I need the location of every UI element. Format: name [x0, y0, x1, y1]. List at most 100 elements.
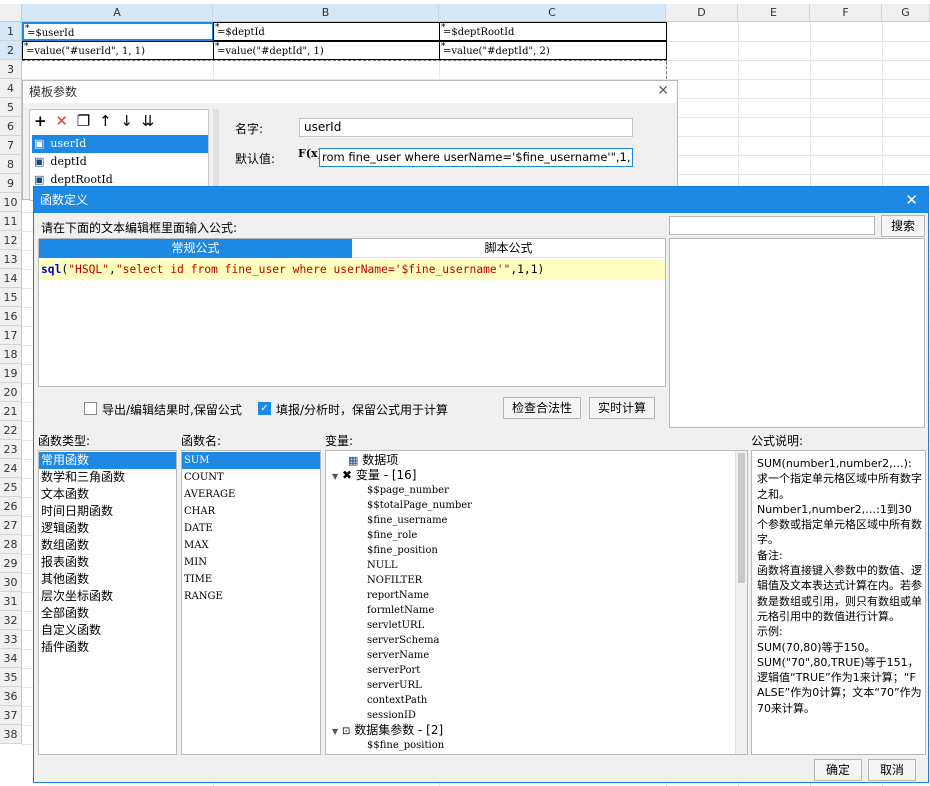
- variable-item[interactable]: sessionID: [367, 708, 472, 723]
- function-name-item[interactable]: COUNT: [182, 469, 320, 486]
- function-name-item[interactable]: CHAR: [182, 503, 320, 520]
- row-header[interactable]: 24: [0, 459, 22, 478]
- row-header[interactable]: 35: [0, 668, 22, 687]
- row-header[interactable]: 12: [0, 231, 22, 250]
- function-type-item[interactable]: 其他函数: [39, 571, 176, 588]
- function-type-item[interactable]: 常用函数: [39, 452, 176, 469]
- column-header-g[interactable]: G: [882, 4, 930, 22]
- variable-item[interactable]: servletURL: [367, 618, 472, 633]
- default-value-input[interactable]: rom fine_user where userName='$fine_user…: [319, 148, 633, 167]
- close-icon[interactable]: ✕: [657, 83, 669, 99]
- fill-keep-formula-checkbox[interactable]: ✓: [258, 402, 271, 415]
- function-type-item[interactable]: 数学和三角函数: [39, 469, 176, 486]
- add-icon[interactable]: +: [34, 112, 49, 130]
- row-header[interactable]: 6: [0, 117, 22, 136]
- function-name-item[interactable]: DATE: [182, 520, 320, 537]
- row-header[interactable]: 22: [0, 421, 22, 440]
- row-header[interactable]: 16: [0, 307, 22, 326]
- function-type-item[interactable]: 插件函数: [39, 639, 176, 656]
- export-keep-formula-checkbox[interactable]: [84, 402, 97, 415]
- variable-item[interactable]: serverName: [367, 648, 472, 663]
- variable-item[interactable]: NOFILTER: [367, 573, 472, 588]
- row-header[interactable]: 11: [0, 212, 22, 231]
- cell-c1[interactable]: * =$deptRootId: [439, 22, 667, 41]
- function-type-item[interactable]: 层次坐标函数: [39, 588, 176, 605]
- row-header[interactable]: 23: [0, 440, 22, 459]
- row-header[interactable]: 17: [0, 326, 22, 345]
- column-header-d[interactable]: D: [666, 4, 738, 22]
- variable-item[interactable]: $$totalPage_number: [367, 498, 472, 513]
- function-type-item[interactable]: 报表函数: [39, 554, 176, 571]
- move-up-icon[interactable]: ↑: [99, 112, 114, 130]
- row-header[interactable]: 1: [0, 22, 22, 41]
- scrollbar[interactable]: [735, 451, 747, 754]
- tab-normal-formula[interactable]: 常规公式: [39, 239, 352, 258]
- formula-editor[interactable]: 常规公式 脚本公式 sql("HSQL","select id from fin…: [38, 238, 666, 387]
- tree-node-dataset-params[interactable]: ▼ ⊡ 数据集参数 - [2]: [332, 723, 443, 739]
- row-header[interactable]: 20: [0, 383, 22, 402]
- row-header[interactable]: 30: [0, 573, 22, 592]
- row-header[interactable]: 8: [0, 155, 22, 174]
- row-header[interactable]: 26: [0, 497, 22, 516]
- copy-icon[interactable]: ❐: [77, 112, 92, 130]
- function-name-item[interactable]: AVERAGE: [182, 486, 320, 503]
- variable-tree[interactable]: ▦ 数据项 ▼ ✖ 变量 - [16] $$page_number $$total…: [325, 450, 748, 755]
- function-search-input[interactable]: [669, 216, 875, 235]
- search-button[interactable]: 搜索: [881, 215, 925, 237]
- row-header[interactable]: 9: [0, 174, 22, 193]
- function-name-item[interactable]: SUM: [182, 452, 320, 469]
- scrollbar-thumb[interactable]: [738, 453, 745, 583]
- cancel-button[interactable]: 取消: [868, 759, 916, 781]
- variable-item[interactable]: $fine_position: [367, 543, 472, 558]
- column-header-b[interactable]: B: [213, 4, 439, 22]
- row-header[interactable]: 10: [0, 193, 22, 212]
- parameter-item[interactable]: ▣ deptId: [32, 153, 208, 171]
- variable-item[interactable]: serverURL: [367, 678, 472, 693]
- formula-text[interactable]: sql("HSQL","select id from fine_user whe…: [39, 260, 665, 280]
- row-header[interactable]: 5: [0, 98, 22, 117]
- chevron-down-icon[interactable]: ▼: [332, 472, 338, 481]
- parameter-item[interactable]: ▣ userId: [32, 135, 208, 153]
- cell-b1[interactable]: * =$deptId: [213, 22, 440, 41]
- sort-icon[interactable]: ⇊: [142, 112, 157, 130]
- ok-button[interactable]: 确定: [814, 759, 862, 781]
- variable-item[interactable]: formletName: [367, 603, 472, 618]
- variable-item[interactable]: reportName: [367, 588, 472, 603]
- variable-item[interactable]: serverPort: [367, 663, 472, 678]
- select-all-corner[interactable]: [0, 4, 22, 22]
- row-header[interactable]: 32: [0, 611, 22, 630]
- row-header[interactable]: 21: [0, 402, 22, 421]
- row-header[interactable]: 18: [0, 345, 22, 364]
- tree-node-data-item[interactable]: ▦ 数据项: [348, 453, 398, 468]
- function-name-list[interactable]: SUM COUNT AVERAGE CHAR DATE MAX MIN TIME RANGE: [181, 450, 321, 755]
- function-name-item[interactable]: RANGE: [182, 588, 320, 605]
- cell-b2[interactable]: * =value("#deptId", 1): [213, 41, 440, 60]
- row-header[interactable]: 31: [0, 592, 22, 611]
- check-validity-button[interactable]: 检查合法性: [503, 397, 581, 419]
- function-type-item[interactable]: 文本函数: [39, 486, 176, 503]
- row-header[interactable]: 3: [0, 60, 22, 79]
- function-type-item[interactable]: 时间日期函数: [39, 503, 176, 520]
- row-header[interactable]: 38: [0, 725, 22, 744]
- name-input[interactable]: userId: [299, 118, 633, 137]
- row-header[interactable]: 34: [0, 649, 22, 668]
- row-header[interactable]: 14: [0, 269, 22, 288]
- variable-item[interactable]: NULL: [367, 558, 472, 573]
- row-header[interactable]: 13: [0, 250, 22, 269]
- function-type-item[interactable]: 全部函数: [39, 605, 176, 622]
- row-header[interactable]: 7: [0, 136, 22, 155]
- cell-c2[interactable]: * =value("#deptId", 2): [439, 41, 667, 60]
- row-header[interactable]: 33: [0, 630, 22, 649]
- variable-item[interactable]: $fine_role: [367, 528, 472, 543]
- delete-icon[interactable]: ✕: [55, 112, 70, 130]
- cell-a2[interactable]: * =value("#userId", 1, 1): [22, 41, 214, 60]
- function-name-item[interactable]: MIN: [182, 554, 320, 571]
- realtime-calc-button[interactable]: 实时计算: [589, 397, 655, 419]
- row-header[interactable]: 36: [0, 687, 22, 706]
- row-header[interactable]: 15: [0, 288, 22, 307]
- dataset-param-item[interactable]: $$fine_position: [367, 738, 444, 753]
- row-header[interactable]: 4: [0, 79, 22, 98]
- function-type-list[interactable]: 常用函数 数学和三角函数 文本函数 时间日期函数 逻辑函数 数组函数 报表函数 其他函数 层次坐…: [38, 450, 177, 755]
- column-header-c[interactable]: C: [439, 4, 666, 22]
- row-header[interactable]: 25: [0, 478, 22, 497]
